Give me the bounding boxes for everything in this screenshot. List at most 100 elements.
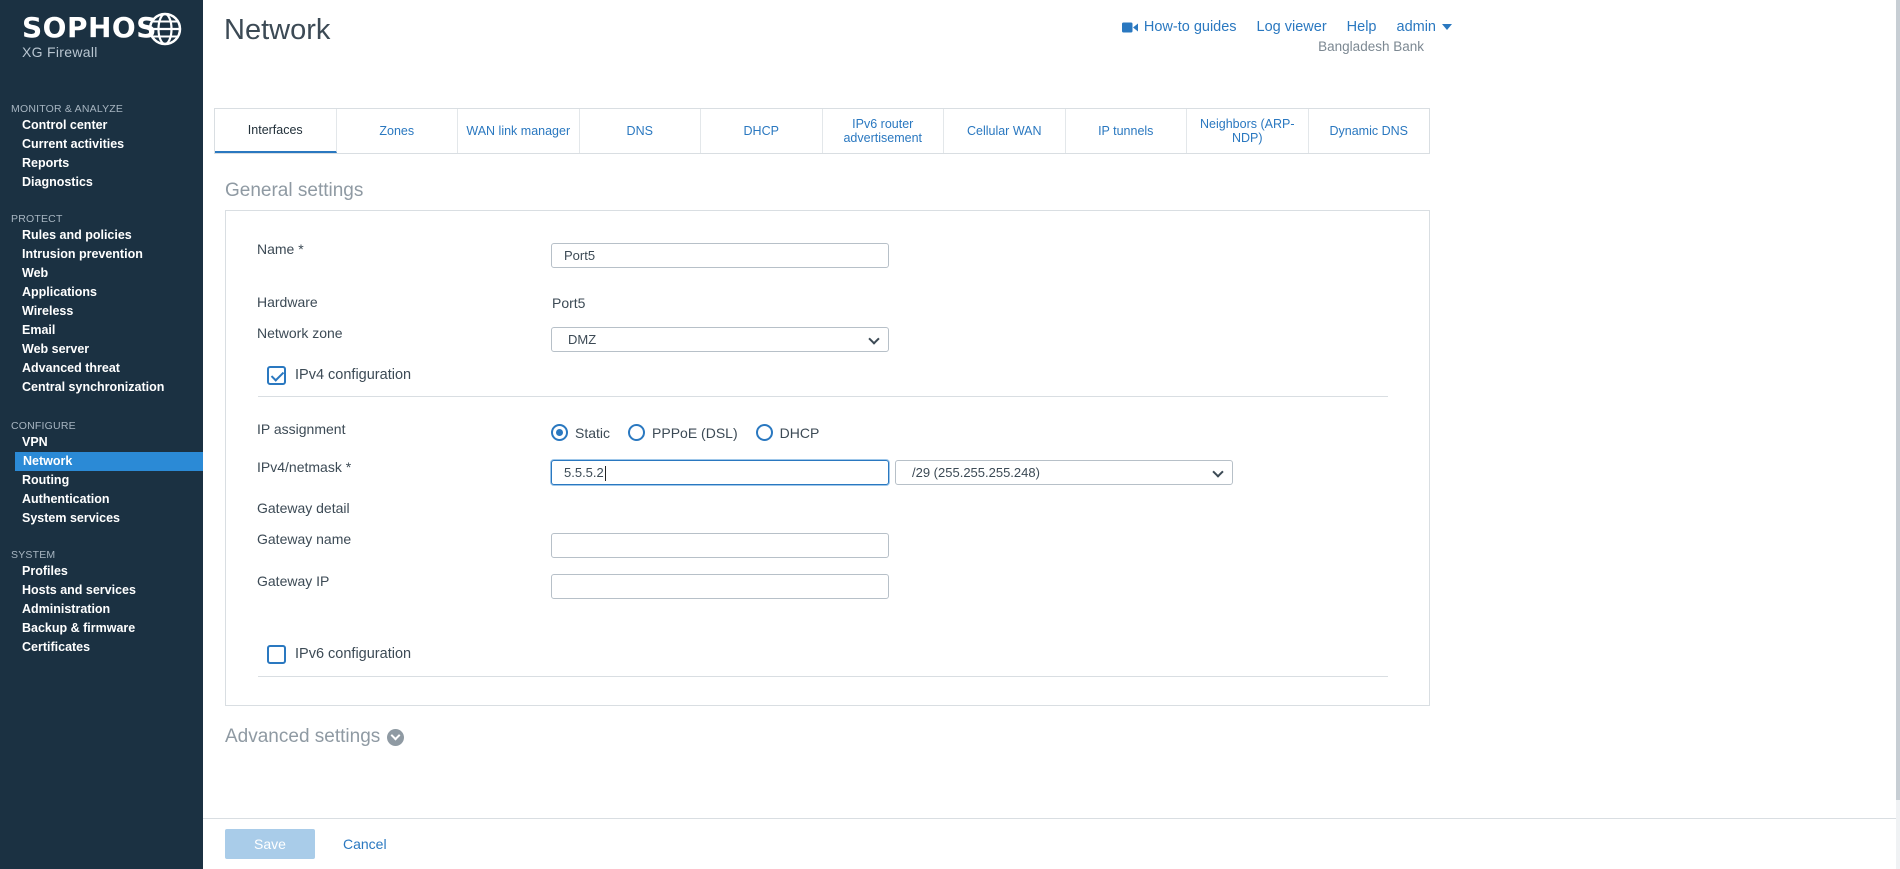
radio-pppoe[interactable]: PPPoE (DSL) (628, 424, 738, 441)
sidebar-item-certificates[interactable]: Certificates (0, 638, 203, 657)
ipv4-address-input[interactable]: 5.5.5.2 (551, 460, 889, 485)
nav-heading-protect: PROTECT (11, 213, 63, 225)
gateway-name-input[interactable] (551, 533, 889, 558)
sidebar-item-intrusion-prevention[interactable]: Intrusion prevention (0, 245, 203, 264)
sidebar-item-diagnostics[interactable]: Diagnostics (0, 173, 203, 192)
sidebar-item-hosts-and-services[interactable]: Hosts and services (0, 581, 203, 600)
chevron-circle-down-icon (387, 728, 405, 746)
app-window: SOPHOS XG Firewall MONITOR & ANALYZE Con… (0, 0, 1900, 869)
sidebar-item-advanced-threat[interactable]: Advanced threat (0, 359, 203, 378)
page-scrollbar[interactable] (1896, 0, 1900, 869)
general-settings-title: General settings (225, 180, 364, 201)
radio-pppoe-label: PPPoE (DSL) (652, 424, 738, 441)
ip-assignment-label: IP assignment (257, 421, 346, 437)
sidebar-item-central-synchronization[interactable]: Central synchronization (0, 378, 203, 397)
divider (258, 676, 1388, 677)
ipv4-configuration-checkbox[interactable] (267, 366, 286, 385)
name-input[interactable] (551, 243, 889, 268)
ipv6-configuration-checkbox[interactable] (267, 645, 286, 664)
nav-heading-system: SYSTEM (11, 549, 56, 561)
nav-heading-monitor: MONITOR & ANALYZE (11, 103, 124, 115)
sidebar-item-reports[interactable]: Reports (0, 154, 203, 173)
chevron-down-icon (868, 333, 880, 345)
admin-menu[interactable]: admin (1396, 19, 1452, 35)
network-zone-label: Network zone (257, 325, 343, 341)
footer-bar: Save Cancel (203, 818, 1896, 869)
tab-ipv6-router-advertisement[interactable]: IPv6 router advertisement (823, 109, 944, 153)
advanced-settings-title: Advanced settings (225, 726, 381, 747)
name-label: Name * (257, 241, 304, 257)
tab-dhcp[interactable]: DHCP (701, 109, 823, 153)
ipv4-address-value: 5.5.5.2 (564, 465, 604, 480)
admin-label: admin (1396, 19, 1437, 35)
product-name: XG Firewall (22, 44, 98, 60)
sidebar-item-applications[interactable]: Applications (0, 283, 203, 302)
nav-section-protect: PROTECT Rules and policies Intrusion pre… (0, 212, 203, 397)
tab-dynamic-dns[interactable]: Dynamic DNS (1309, 109, 1430, 153)
radio-pppoe-indicator (628, 424, 646, 441)
caret-down-icon (1442, 24, 1452, 31)
sidebar-item-system-services[interactable]: System services (0, 509, 203, 528)
sidebar-item-administration[interactable]: Administration (0, 600, 203, 619)
tab-neighbors-arp-ndp[interactable]: Neighbors (ARP-NDP) (1187, 109, 1309, 153)
hardware-value: Port5 (552, 295, 586, 311)
sophos-globe-icon (148, 12, 182, 46)
top-links: How-to guides Log viewer Help admin (1121, 19, 1452, 35)
radio-static[interactable]: Static (551, 424, 610, 441)
tab-ip-tunnels[interactable]: IP tunnels (1066, 109, 1187, 153)
howto-guides-link[interactable]: How-to guides (1121, 19, 1237, 35)
sidebar-item-current-activities[interactable]: Current activities (0, 135, 203, 154)
radio-static-indicator (551, 424, 568, 441)
network-zone-value: DMZ (568, 332, 597, 347)
hardware-label: Hardware (257, 294, 318, 310)
network-zone-select[interactable]: DMZ (551, 327, 889, 352)
sidebar-item-web-server[interactable]: Web server (0, 340, 203, 359)
log-viewer-link[interactable]: Log viewer (1257, 19, 1327, 35)
ip-assignment-radio-group: Static PPPoE (DSL) DHCP (551, 424, 837, 441)
video-camera-icon (1121, 22, 1138, 32)
sidebar-item-profiles[interactable]: Profiles (0, 562, 203, 581)
help-link[interactable]: Help (1347, 19, 1377, 35)
sidebar-item-rules-and-policies[interactable]: Rules and policies (0, 226, 203, 245)
organization-name: Bangladesh Bank (1318, 39, 1424, 54)
tab-dns[interactable]: DNS (580, 109, 701, 153)
nav-section-configure: CONFIGURE VPN Network Routing Authentica… (0, 419, 203, 528)
radio-dhcp[interactable]: DHCP (755, 424, 820, 441)
tab-wan-link-manager[interactable]: WAN link manager (458, 109, 580, 153)
sidebar-item-backup-firmware[interactable]: Backup & firmware (0, 619, 203, 638)
sidebar-item-wireless[interactable]: Wireless (0, 302, 203, 321)
network-tabs: Interfaces Zones WAN link manager DNS DH… (214, 108, 1430, 154)
gateway-name-label: Gateway name (257, 531, 352, 547)
sidebar-item-vpn[interactable]: VPN (0, 433, 203, 452)
save-button[interactable]: Save (225, 829, 315, 859)
ipv4-configuration-label: IPv4 configuration (295, 367, 412, 383)
gateway-ip-label: Gateway IP (257, 573, 330, 589)
sidebar: SOPHOS XG Firewall MONITOR & ANALYZE Con… (0, 0, 203, 869)
radio-dhcp-indicator (755, 424, 773, 441)
tab-zones[interactable]: Zones (337, 109, 458, 153)
tab-cellular-wan[interactable]: Cellular WAN (944, 109, 1066, 153)
scrollbar-thumb[interactable] (1896, 0, 1900, 800)
sidebar-item-control-center[interactable]: Control center (0, 116, 203, 135)
radio-dhcp-label: DHCP (779, 424, 820, 441)
ipv4-netmask-label: IPv4/netmask * (257, 459, 352, 475)
sidebar-item-web[interactable]: Web (0, 264, 203, 283)
nav-section-system: SYSTEM Profiles Hosts and services Admin… (0, 548, 203, 657)
sidebar-item-email[interactable]: Email (0, 321, 203, 340)
text-cursor (604, 466, 606, 482)
advanced-settings-toggle[interactable]: Advanced settings (225, 726, 405, 748)
brand-logo[interactable]: SOPHOS XG Firewall (22, 11, 157, 61)
sidebar-item-routing[interactable]: Routing (0, 471, 203, 490)
brand-name: SOPHOS (22, 11, 157, 44)
tab-interfaces[interactable]: Interfaces (215, 109, 337, 153)
sidebar-item-authentication[interactable]: Authentication (0, 490, 203, 509)
sidebar-item-network[interactable]: Network (15, 452, 203, 471)
chevron-down-icon (1212, 466, 1224, 478)
netmask-select[interactable]: /29 (255.255.255.248) (895, 460, 1233, 485)
general-settings-panel (225, 210, 1430, 706)
gateway-ip-input[interactable] (551, 574, 889, 599)
radio-static-label: Static (575, 424, 611, 441)
cancel-link[interactable]: Cancel (343, 836, 387, 852)
netmask-value: /29 (255.255.255.248) (912, 465, 1040, 480)
gateway-detail-label: Gateway detail (257, 500, 350, 516)
